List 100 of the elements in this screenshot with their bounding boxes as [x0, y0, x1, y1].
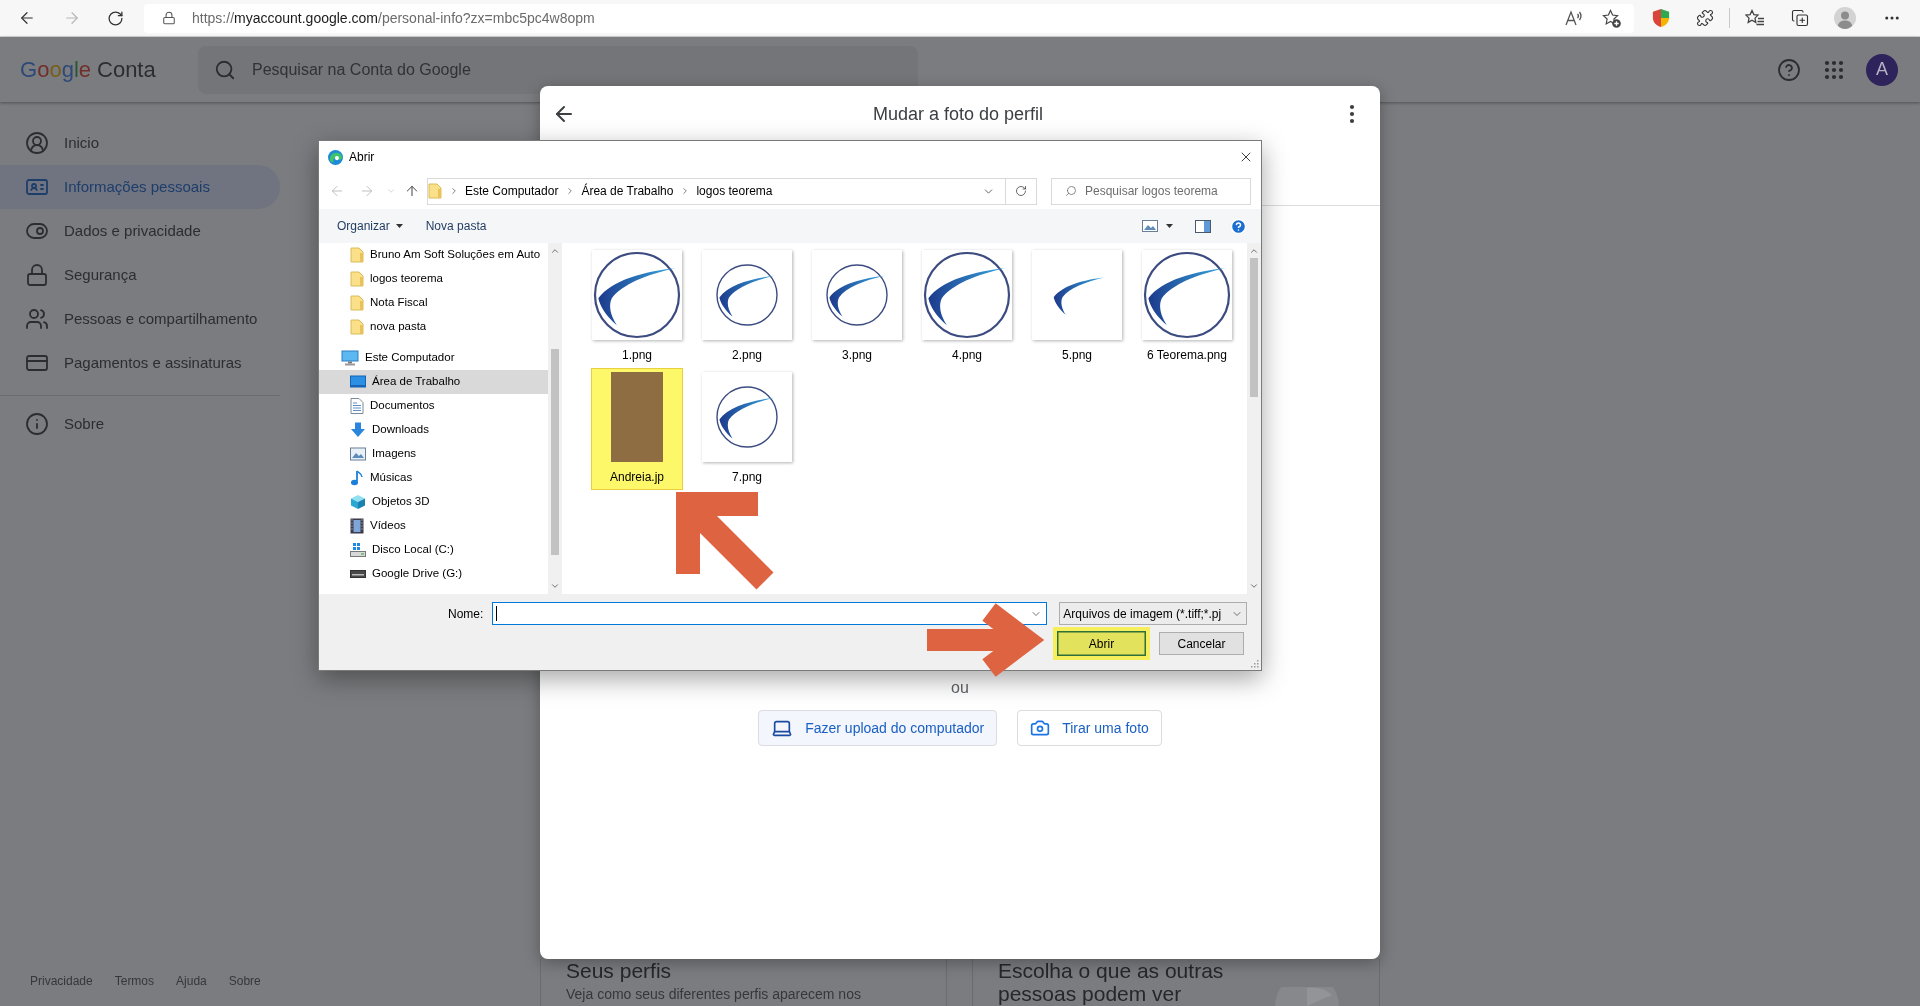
- breadcrumb-item[interactable]: Este Computador: [465, 182, 559, 200]
- info-icon: [25, 412, 49, 436]
- scroll-down-icon[interactable]: [1249, 581, 1259, 591]
- folder-icon: [350, 319, 364, 335]
- read-aloud-icon[interactable]: [1565, 10, 1583, 26]
- file-name: 1.png: [622, 347, 652, 363]
- document-icon: [350, 398, 364, 414]
- picture-view-icon[interactable]: [1142, 220, 1158, 232]
- file-name: 7.png: [732, 469, 762, 485]
- puzzle-icon[interactable]: [1696, 9, 1714, 27]
- organize-menu-button[interactable]: Organizar: [331, 214, 409, 238]
- breadcrumb-item[interactable]: logos teorema: [696, 182, 773, 200]
- file-item[interactable]: 4.png: [921, 246, 1013, 368]
- url-text: https://myaccount.google.com/personal-info?zx=mbc5pc4w8opm: [192, 8, 595, 28]
- card-description: Veja como seus diferentes perfis aparecem nos: [566, 985, 861, 1004]
- product-name: Conta: [97, 56, 156, 84]
- search-field[interactable]: Pesquisar logos teorema: [1051, 177, 1251, 205]
- card-title: Seus perfis: [566, 959, 673, 982]
- back-icon[interactable]: [18, 9, 36, 27]
- nav-tree-item[interactable]: Área de Trabalho: [319, 370, 548, 394]
- nav-tree-item[interactable]: Vídeos: [319, 514, 548, 538]
- field-label: Nome:: [448, 605, 484, 623]
- folder-icon: [350, 295, 364, 311]
- folder-icon: [350, 247, 364, 263]
- person-circle-icon[interactable]: [1834, 7, 1856, 29]
- account-avatar[interactable]: A: [1866, 53, 1898, 86]
- resize-grip-icon[interactable]: [1250, 659, 1259, 668]
- file-item[interactable]: 2.png: [701, 246, 793, 368]
- scroll-up-icon[interactable]: [1249, 246, 1259, 256]
- breadcrumb-item[interactable]: Área de Trabalho: [581, 182, 674, 200]
- refresh-icon[interactable]: [107, 9, 124, 27]
- scrollbar-thumb[interactable]: [1250, 258, 1258, 397]
- nav-tree-item[interactable]: Documentos: [319, 394, 548, 418]
- chevron-right-icon: [449, 186, 459, 196]
- new-folder-button[interactable]: Nova pasta: [419, 214, 493, 238]
- star-plus-icon[interactable]: [1602, 8, 1621, 28]
- lock-icon[interactable]: [162, 11, 176, 25]
- music-note-icon: [350, 470, 364, 486]
- file-name: 5.png: [1062, 347, 1092, 363]
- drive-icon: [350, 543, 366, 557]
- address-bar[interactable]: Este Computador Área de Trabalho logos teorema: [427, 177, 1037, 205]
- folder-icon: [350, 271, 364, 287]
- caret-down-icon: [1166, 224, 1173, 228]
- open-button[interactable]: Abrir: [1053, 627, 1150, 660]
- squares-plus-icon[interactable]: [1791, 9, 1809, 27]
- nav-tree-item[interactable]: Imagens: [319, 442, 548, 466]
- camera-icon: [1030, 718, 1051, 738]
- nav-tree-item[interactable]: Disco Local (C:): [319, 538, 548, 562]
- scroll-down-icon[interactable]: [550, 581, 560, 591]
- name-input[interactable]: [492, 602, 1048, 625]
- nav-tree-item[interactable]: Bruno Am Soft Soluções em Auto: [319, 243, 548, 267]
- drive-icon: [350, 570, 366, 578]
- nav-tree-item[interactable]: Google Drive (G:): [319, 562, 548, 586]
- file-item[interactable]: 5.png: [1031, 246, 1123, 368]
- upload-button[interactable]: Fazer upload do computador: [758, 710, 998, 746]
- people-icon: [25, 307, 49, 331]
- take-photo-button[interactable]: Tirar uma foto: [1017, 710, 1162, 746]
- search-field[interactable]: Pesquisar na Conta do Google: [198, 45, 918, 94]
- scroll-up-icon[interactable]: [550, 246, 560, 256]
- folder-icon: [428, 183, 442, 199]
- search-icon: [1065, 184, 1077, 197]
- nav-tree-item[interactable]: Nota Fiscal: [319, 291, 548, 315]
- cancel-button[interactable]: Cancelar: [1159, 632, 1244, 655]
- address-bar[interactable]: https://myaccount.google.com/personal-info?zx=mbc5pc4w8opm: [144, 3, 1634, 33]
- shield-icon[interactable]: [1652, 8, 1670, 28]
- nav-tree-item[interactable]: logos teorema: [319, 267, 548, 291]
- card-title: Escolha o que as outras pessoas podem ver: [998, 959, 1225, 1005]
- film-icon: [350, 518, 364, 534]
- file-item[interactable]: Andreia.jp: [591, 368, 683, 490]
- nav-tree-item[interactable]: Este Computador: [319, 346, 548, 370]
- nav-tree-item[interactable]: nova pasta: [319, 315, 548, 339]
- window-title: Abrir: [349, 149, 375, 166]
- help-icon[interactable]: [1777, 57, 1801, 82]
- file-name: 2.png: [732, 347, 762, 363]
- download-icon: [350, 422, 366, 438]
- monitor-icon: [341, 350, 359, 366]
- modal-title: Mudar a foto do perfil: [871, 102, 1045, 126]
- file-name: 6 Teorema.png: [1147, 347, 1227, 363]
- file-item[interactable]: 3.png: [811, 246, 903, 368]
- file-item[interactable]: 7.png: [701, 368, 793, 490]
- preview-pane-icon[interactable]: [1195, 219, 1211, 233]
- file-item[interactable]: 1.png: [591, 246, 683, 368]
- image-icon: [350, 447, 366, 461]
- separator-text: ou: [951, 678, 969, 698]
- lock-icon: [25, 263, 49, 287]
- star-list-icon[interactable]: [1745, 9, 1765, 27]
- nav-tree-item[interactable]: Downloads: [319, 418, 548, 442]
- file-type-select[interactable]: Arquivos de imagem (*.tiff;*.pj: [1059, 602, 1248, 625]
- file-item[interactable]: 6 Teorema.png: [1141, 246, 1233, 368]
- file-name: Andreia.jp: [609, 469, 664, 485]
- app-icon: [328, 149, 343, 165]
- file-name: 3.png: [842, 347, 872, 363]
- scrollbar-thumb[interactable]: [551, 349, 559, 555]
- text-cursor: [496, 606, 498, 621]
- nav-tree-item[interactable]: Objetos 3D: [319, 490, 548, 514]
- cube-icon: [350, 494, 366, 510]
- caret-down-icon: [395, 224, 403, 228]
- file-name: 4.png: [952, 347, 982, 363]
- nav-tree-item[interactable]: Músicas: [319, 466, 548, 490]
- person-circle-icon: [25, 131, 49, 155]
